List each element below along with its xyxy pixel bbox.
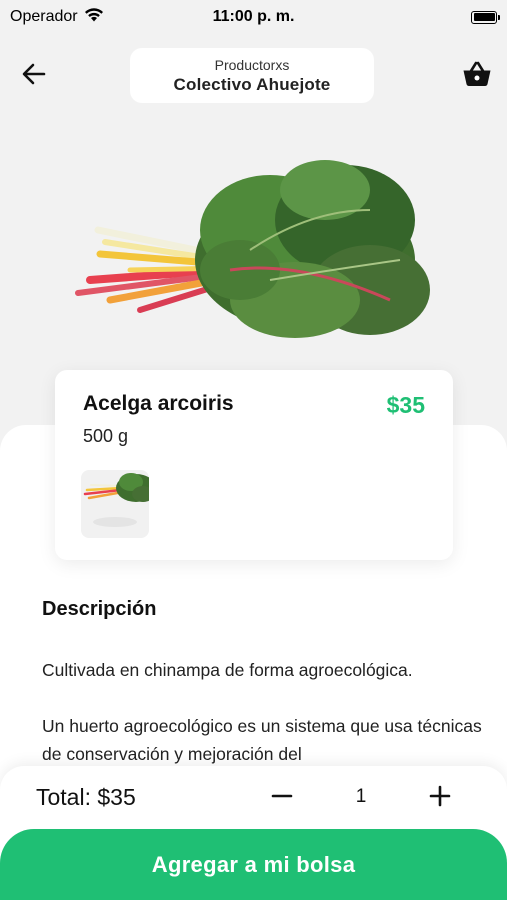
status-bar: Operador 11:00 p. m. <box>0 0 507 34</box>
description-title: Descripción <box>42 598 157 620</box>
cart-total: Total: $35 <box>36 784 136 810</box>
product-name: Acelga arcoiris <box>83 392 234 415</box>
carrier-label: Operador <box>10 8 78 25</box>
producer-name: Colectivo Ahuejote <box>173 74 331 94</box>
producer-label: Productorxs <box>214 56 290 73</box>
product-price: $35 <box>386 392 425 418</box>
product-weight: 500 g <box>83 426 129 446</box>
status-left: Operador <box>10 7 104 27</box>
battery-icon <box>471 10 500 24</box>
header: Productorxs Colectivo Ahuejote <box>0 48 507 104</box>
description-paragraph: Un huerto agroecológico es un sistema qu… <box>42 716 482 764</box>
quantity-value: 1 <box>355 786 367 807</box>
plus-icon <box>429 785 451 812</box>
wifi-icon <box>84 7 104 27</box>
basket-icon <box>462 61 492 92</box>
back-button[interactable] <box>18 60 50 92</box>
increase-quantity-button[interactable] <box>424 780 456 816</box>
description-paragraph: Cultivada en chinampa de forma agroecoló… <box>42 660 413 680</box>
add-to-bag-button[interactable]: Agregar a mi bolsa <box>0 829 507 900</box>
decrease-quantity-button[interactable] <box>266 780 298 816</box>
basket-button[interactable] <box>461 60 493 92</box>
product-thumbnail[interactable] <box>81 470 149 538</box>
product-hero-image <box>70 150 440 350</box>
arrow-left-icon <box>22 63 46 90</box>
minus-icon <box>271 785 293 812</box>
producer-selector[interactable]: Productorxs Colectivo Ahuejote <box>130 48 374 103</box>
product-card: Acelga arcoiris $35 500 g <box>55 370 453 560</box>
